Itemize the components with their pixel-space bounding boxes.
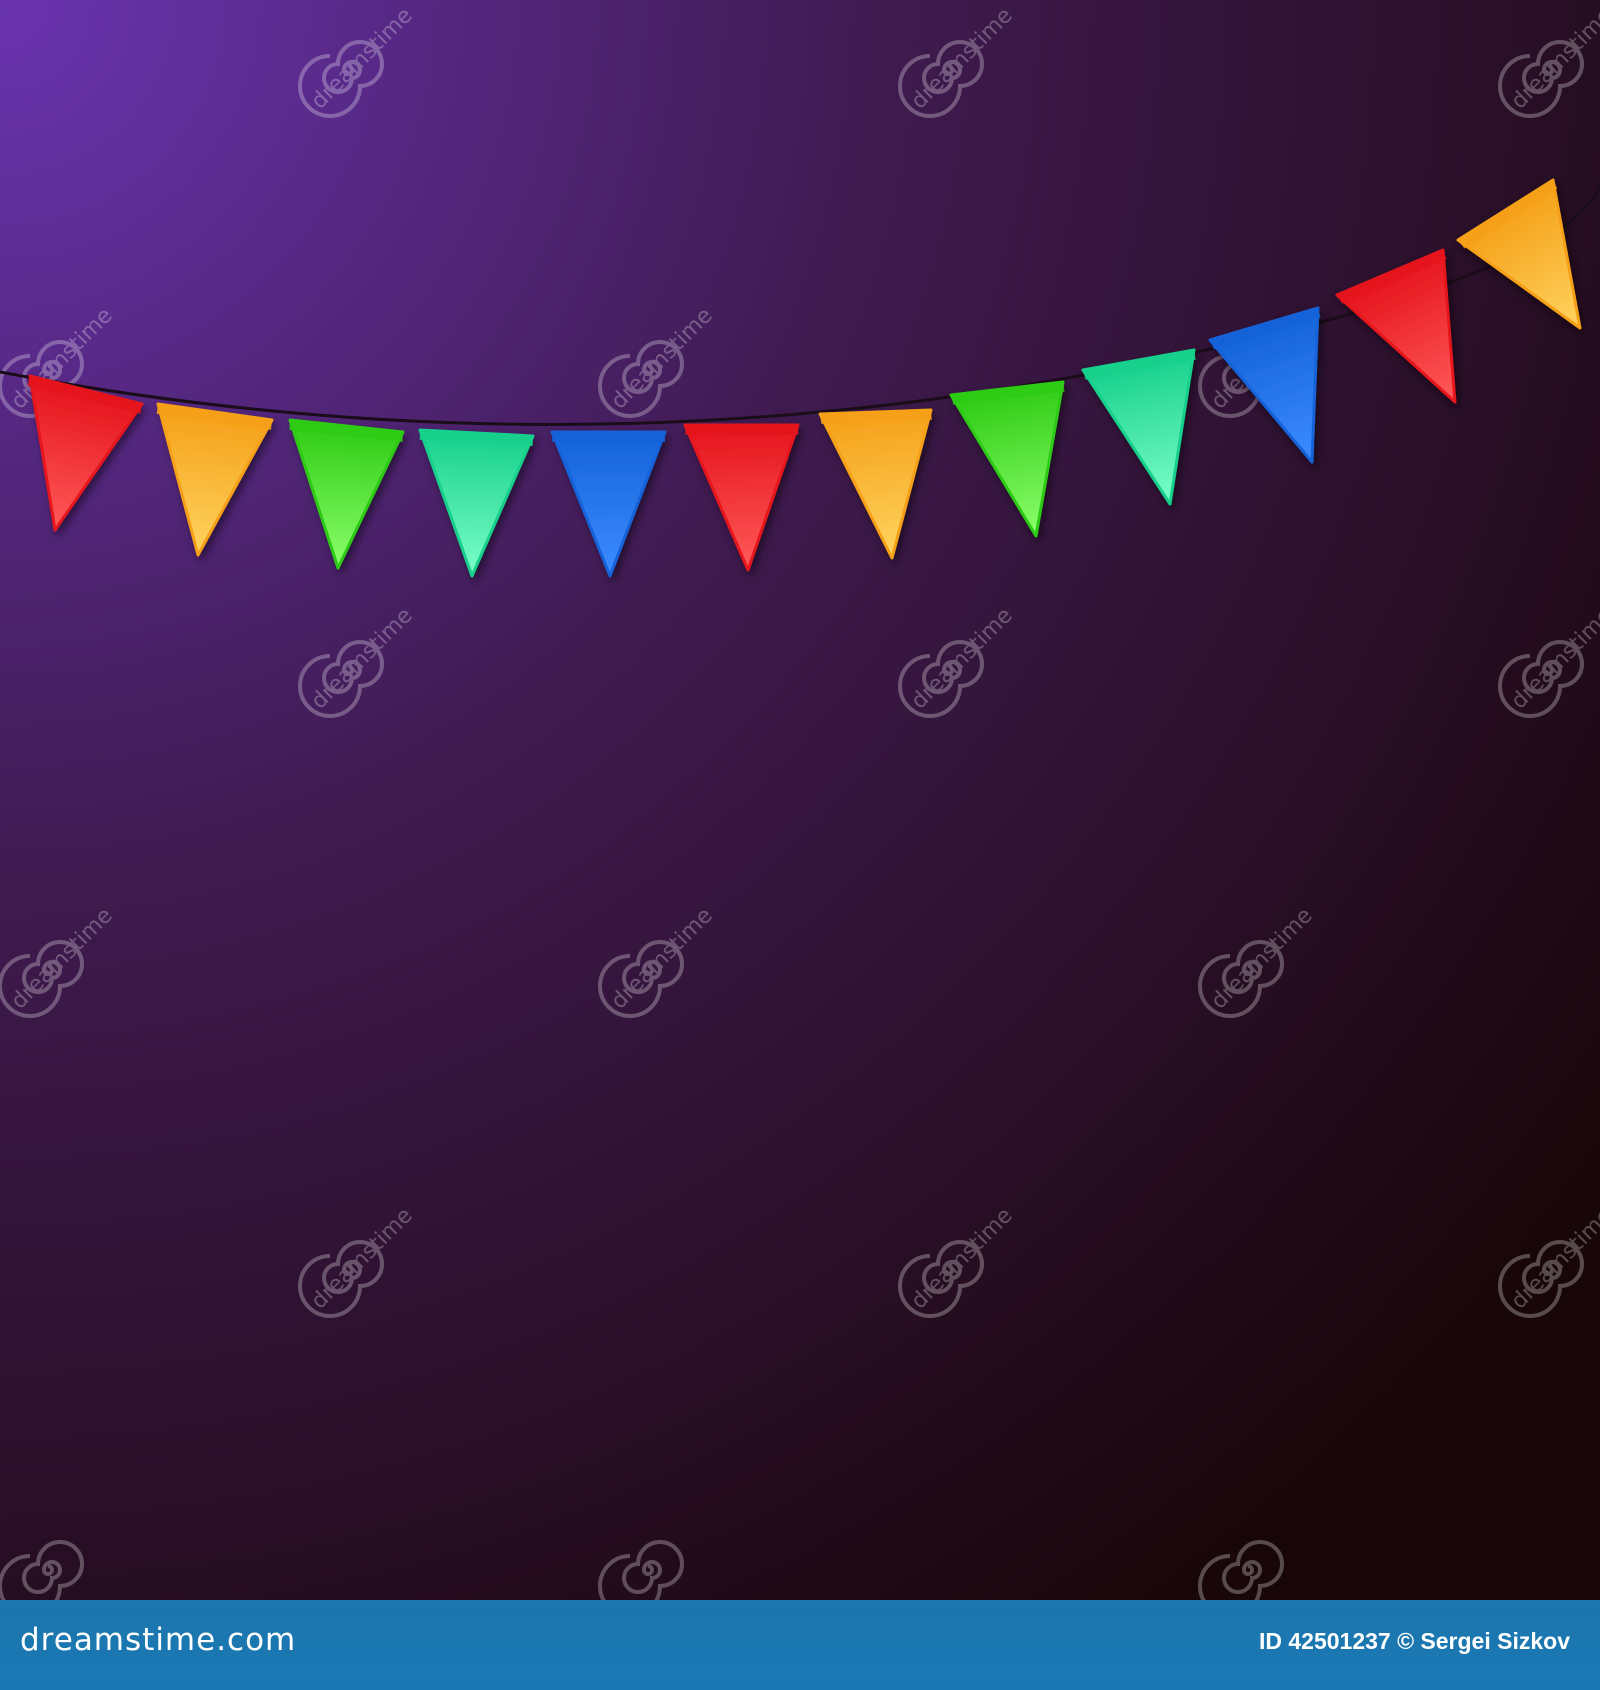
- footer-credit-text: ID 42501237 © Sergei Sizkov: [1258, 1628, 1570, 1654]
- footer-logo-text: dreamstime.com: [20, 1622, 297, 1658]
- footer-bar: dreamstime.com ID 42501237 © Sergei Sizk…: [0, 1600, 1600, 1690]
- stock-image: dreamstime dreamstime dreamstime dreamstime…: [0, 0, 1600, 1690]
- bunting-scene: dreamstime dreamstime dreamstimedreamstime…: [0, 0, 1600, 1600]
- background-gradient: [0, 0, 1600, 1600]
- bunting-flag-hem: [685, 425, 799, 435]
- bunting-flag-hem: [552, 432, 666, 442]
